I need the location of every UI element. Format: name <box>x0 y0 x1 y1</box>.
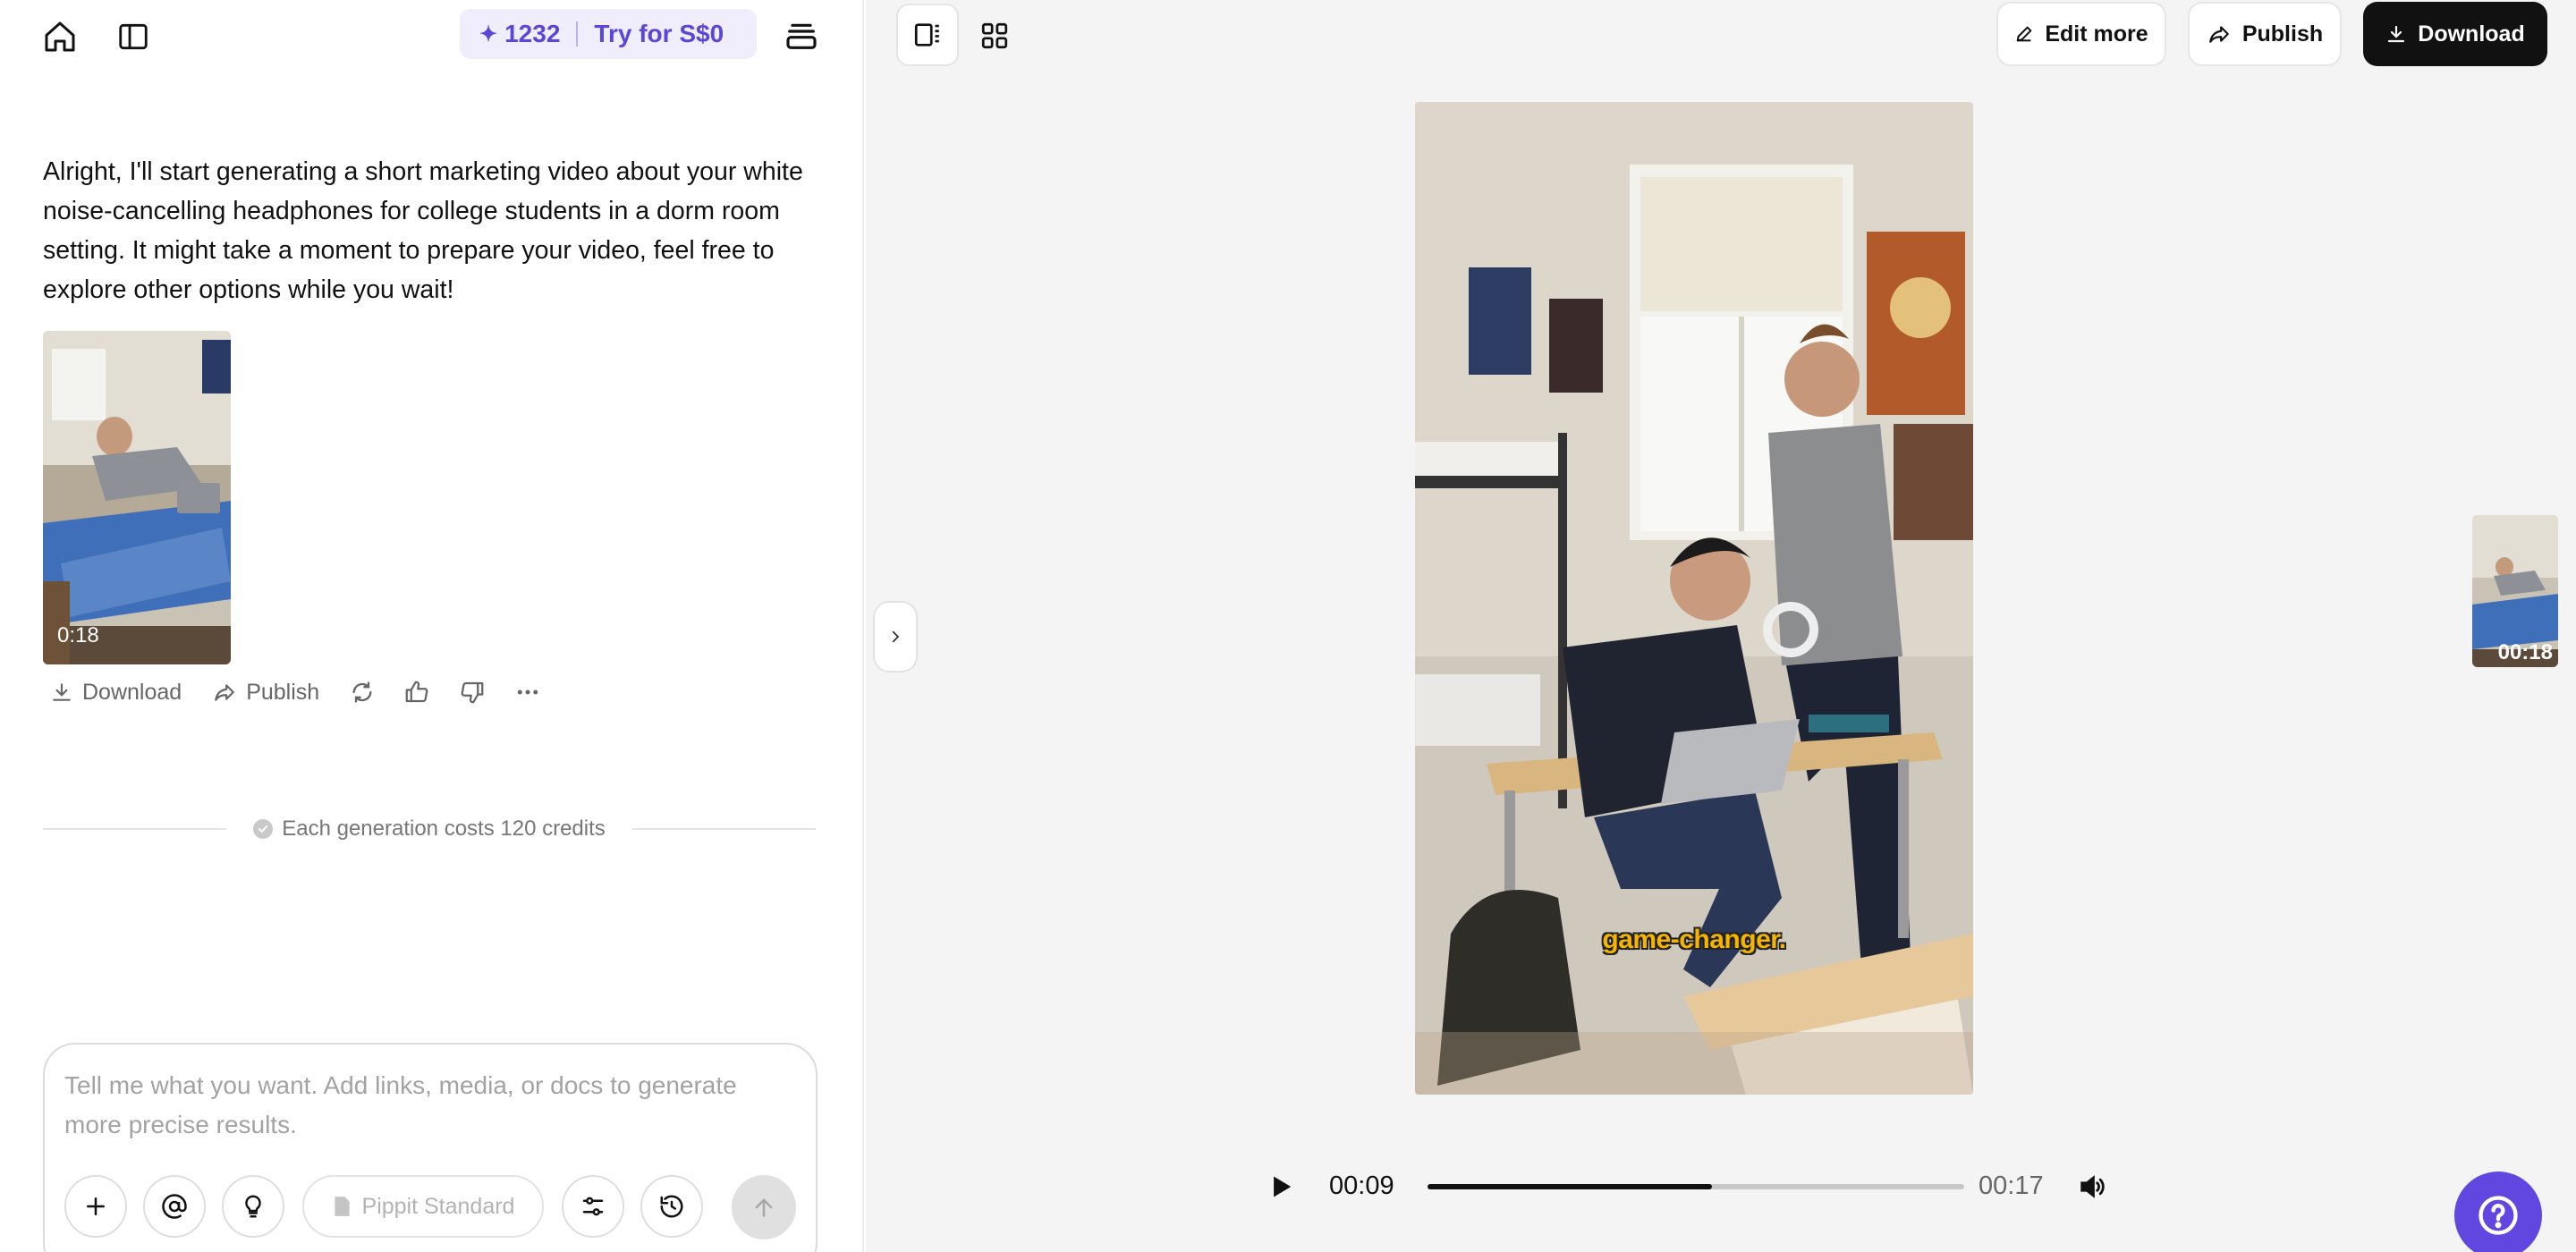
prompt-input[interactable]: Tell me what you want. Add links, media,… <box>64 1066 798 1145</box>
arrow-up-icon <box>755 1198 773 1217</box>
model-icon <box>334 1197 350 1216</box>
download-button[interactable]: Download <box>2363 2 2547 66</box>
edit-more-button[interactable]: Edit more <box>1996 2 2166 66</box>
cost-note-text: Each generation costs 120 credits <box>282 816 606 841</box>
help-button[interactable] <box>2454 1172 2542 1252</box>
sparkle-icon: ✦ <box>479 21 498 47</box>
edit-more-label: Edit more <box>2045 21 2148 47</box>
progress-fill <box>1428 1184 1712 1189</box>
download-label: Download <box>2418 21 2525 47</box>
assistant-message: Alright, I'll start generating a short m… <box>43 157 803 304</box>
model-label: Pippit Standard <box>361 1193 515 1219</box>
more-options-icon[interactable] <box>514 679 541 706</box>
prompt-composer: Tell me what you want. Add links, media,… <box>43 1043 818 1252</box>
divider-line <box>631 828 817 830</box>
play-icon <box>1274 1176 1292 1197</box>
video-duration: 0:18 <box>57 623 99 647</box>
thumbs-up-icon[interactable] <box>403 679 430 706</box>
sliders-icon <box>582 1197 604 1216</box>
progress-bar[interactable] <box>1428 1184 1964 1189</box>
clip-thumbnail[interactable]: 00:18 <box>2472 515 2558 667</box>
history-button[interactable] <box>640 1175 703 1238</box>
history-icon <box>660 1195 683 1218</box>
speaker-icon <box>2080 1175 2105 1198</box>
chat-panel: ✦ 1232 Try for S$0 Alright, I'll start g… <box>0 0 864 1252</box>
grid-view-toggle[interactable] <box>971 13 1018 59</box>
download-icon <box>2388 25 2405 43</box>
credits-trial-button[interactable]: ✦ 1232 Try for S$0 <box>460 9 757 59</box>
thumbs-down-icon[interactable] <box>459 679 486 706</box>
send-button[interactable] <box>732 1175 796 1239</box>
total-time: 00:17 <box>1979 1172 2044 1200</box>
download-label: Download <box>82 679 182 705</box>
publish-button[interactable]: Publish <box>2188 2 2342 66</box>
trial-label: Try for S$0 <box>594 20 724 47</box>
grid-icon <box>981 22 1008 49</box>
current-time: 00:09 <box>1329 1172 1394 1200</box>
publish-action[interactable]: Publish <box>212 680 319 706</box>
single-view-toggle[interactable] <box>896 4 959 66</box>
volume-button[interactable] <box>2073 1168 2111 1205</box>
settings-button[interactable] <box>562 1175 624 1238</box>
plus-icon <box>87 1197 105 1215</box>
play-button[interactable] <box>1263 1168 1301 1205</box>
share-arrow-icon <box>215 684 235 701</box>
publish-label: Publish <box>2241 21 2324 47</box>
download-action[interactable]: Download <box>50 680 182 706</box>
pill-separator <box>576 21 579 47</box>
inspiration-button[interactable] <box>222 1175 284 1238</box>
download-icon <box>53 683 71 701</box>
chevron-right-icon <box>892 630 900 643</box>
check-circle-icon <box>253 819 274 839</box>
stack-menu-icon[interactable] <box>778 13 825 59</box>
at-sign-icon <box>162 1194 187 1219</box>
preview-panel: Edit more Publish Download game-changer.… <box>866 0 2576 1252</box>
generated-video-thumbnail[interactable]: 0:18 <box>43 331 231 664</box>
add-button[interactable] <box>64 1175 127 1238</box>
publish-label: Publish <box>246 679 320 705</box>
credits-count: 1232 <box>504 20 561 47</box>
mention-button[interactable] <box>143 1175 206 1238</box>
sidebar-toggle-icon[interactable] <box>111 14 156 59</box>
question-icon <box>2479 1196 2518 1235</box>
model-selector[interactable]: Pippit Standard <box>302 1175 544 1238</box>
share-arrow-icon <box>2209 26 2229 43</box>
clip-duration: 00:18 <box>2497 640 2553 664</box>
pencil-icon <box>2017 26 2032 42</box>
video-player-controls: 00:09 00:17 <box>866 1163 2576 1211</box>
video-caption: game-changer. <box>1602 925 1786 954</box>
lightbulb-icon <box>245 1195 261 1218</box>
divider-line <box>43 828 227 830</box>
dorm-bed-image <box>43 331 231 664</box>
home-icon[interactable] <box>38 14 82 59</box>
cost-note: Each generation costs 120 credits <box>226 816 632 842</box>
regenerate-icon[interactable] <box>350 680 375 705</box>
expand-chat-handle[interactable] <box>873 601 918 673</box>
cost-divider: Each generation costs 120 credits <box>43 814 817 844</box>
message-actions: Download Publish <box>50 676 570 708</box>
video-preview[interactable]: game-changer. <box>1415 102 1973 1095</box>
panel-view-icon <box>914 23 939 47</box>
